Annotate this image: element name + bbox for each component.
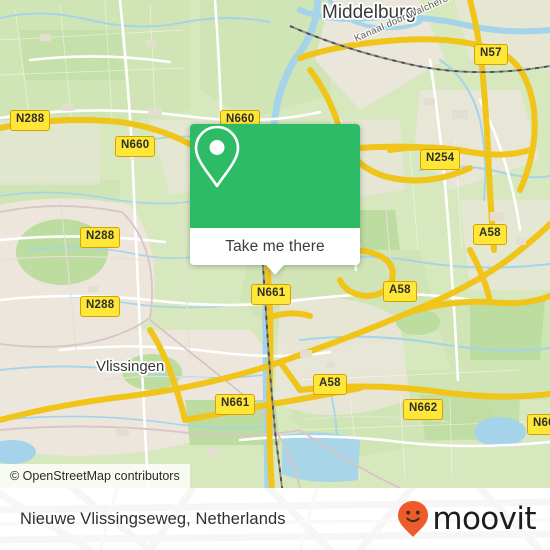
popup-footer[interactable]: Take me there — [190, 228, 360, 275]
take-me-there-label: Take me there — [225, 237, 325, 255]
moovit-pin-icon — [398, 501, 429, 537]
popup-pointer-tail — [266, 265, 284, 275]
moovit-logo[interactable]: moovit — [396, 499, 537, 539]
page-footer: Nieuwe Vlissingseweg, Netherlands moovit — [0, 488, 550, 550]
attribution-text: © OpenStreetMap contributors — [10, 469, 180, 483]
map-canvas[interactable]: Middelburg Vlissingen Kanaal door Walche… — [0, 0, 550, 488]
map-pin-icon — [194, 125, 240, 188]
location-title: Nieuwe Vlissingseweg, Netherlands — [20, 509, 286, 528]
location-popup-card[interactable]: Take me there — [190, 124, 360, 275]
moovit-wordmark: moovit — [432, 501, 536, 537]
popup-header — [190, 124, 360, 228]
map-attribution[interactable]: © OpenStreetMap contributors — [0, 464, 190, 488]
moovit-map-page: Middelburg Vlissingen Kanaal door Walche… — [0, 0, 550, 550]
